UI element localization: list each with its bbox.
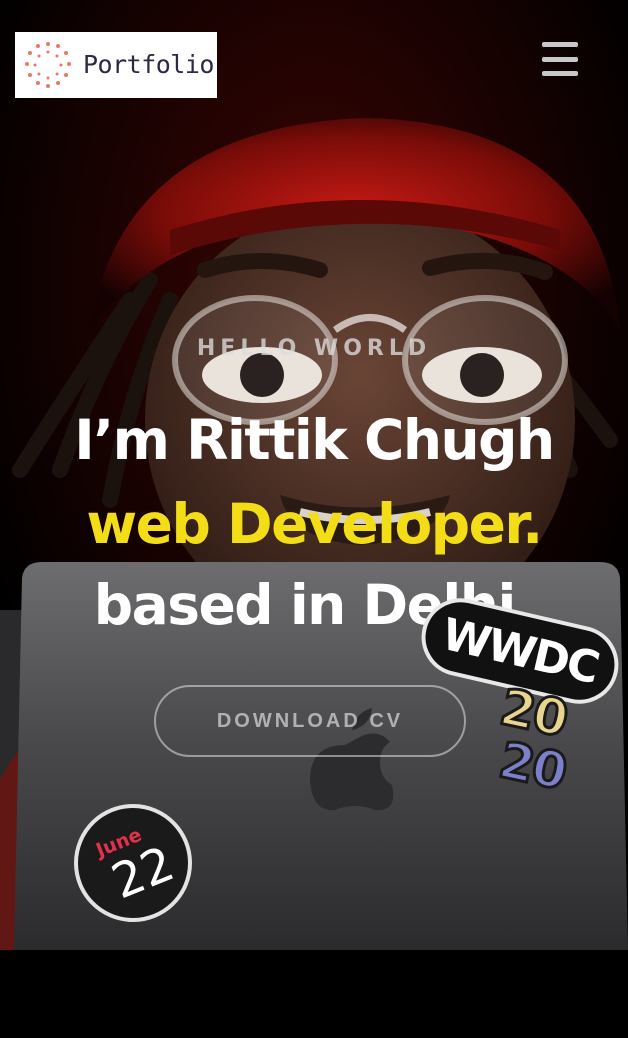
logo-text: Portfolio — [83, 50, 214, 79]
logo-dots-icon — [25, 42, 71, 88]
hero-eyebrow: HELLO WORLD — [196, 336, 432, 361]
menu-bar — [542, 42, 578, 47]
hamburger-menu-icon[interactable] — [542, 42, 578, 76]
portfolio-page: Portfolio HELLO WORLD I’m Rittik Chugh w… — [0, 0, 628, 1038]
hero-headline-name: I’m Rittik Chugh — [74, 408, 555, 472]
next-section-title — [14, 1016, 614, 1038]
download-cv-button[interactable]: DOWNLOAD CV — [154, 685, 466, 757]
menu-bar — [542, 56, 578, 62]
hero-avatar-illustration — [0, 0, 628, 950]
hero-background — [0, 0, 628, 950]
site-logo[interactable]: Portfolio — [15, 32, 217, 98]
hero-headline-role: web Developer. — [86, 492, 543, 556]
menu-bar — [542, 71, 578, 76]
